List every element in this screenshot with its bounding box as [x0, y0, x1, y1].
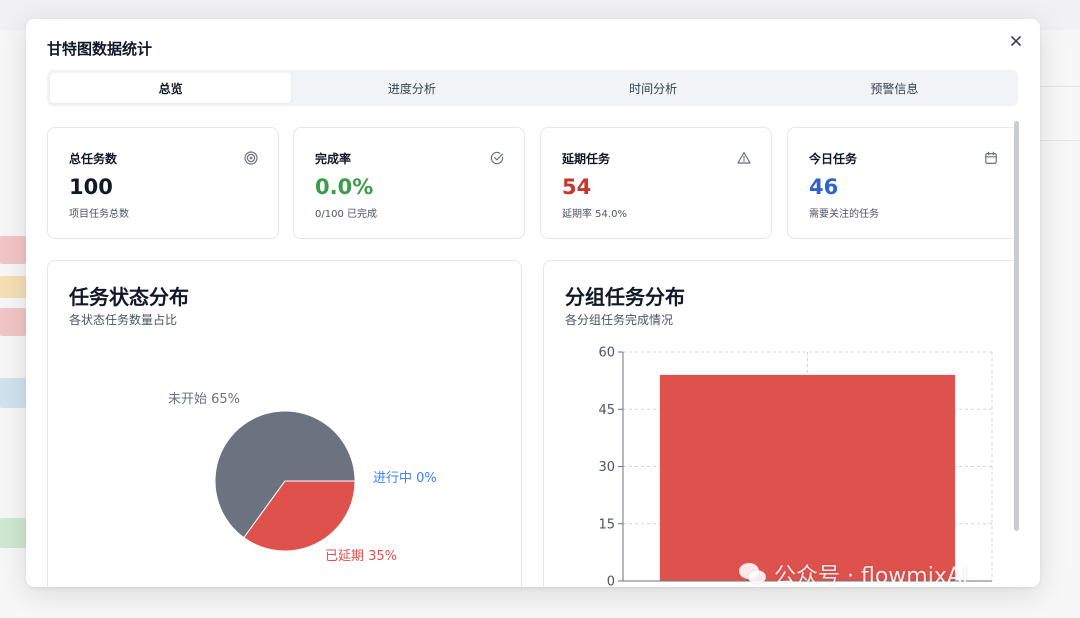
- close-icon: [1011, 36, 1021, 46]
- tab-warnings[interactable]: 预警信息: [774, 73, 1015, 103]
- wechat-icon: [739, 563, 767, 585]
- pie-label-delayed: 已延期 35%: [325, 549, 398, 564]
- bar-group-0[interactable]: [659, 374, 956, 581]
- group-distribution-panel: 分组任务分布 各分组任务完成情况 0 15 30 45 60: [543, 260, 1018, 587]
- watermark: 公众号 · flowmixAI: [738, 558, 968, 590]
- stat-card-today-tasks: 今日任务 46 需要关注的任务: [787, 127, 1018, 239]
- background-task-bar: [0, 308, 26, 336]
- background-divider: [1040, 140, 1080, 141]
- tab-progress-analysis[interactable]: 进度分析: [291, 73, 532, 103]
- tab-overview[interactable]: 总览: [50, 73, 292, 103]
- stat-subtext: 延期率 54.0%: [562, 209, 627, 221]
- pie-label-in-progress: 进行中 0%: [373, 471, 437, 486]
- tab-bar: 总览 进度分析 时间分析 预警信息: [47, 70, 1018, 106]
- stat-value: 54: [562, 175, 592, 199]
- stat-label: 今日任务: [809, 152, 858, 166]
- background-task-bar: [0, 276, 26, 298]
- tab-time-analysis[interactable]: 时间分析: [533, 73, 774, 103]
- warning-icon: [737, 151, 751, 164]
- calendar-icon: [985, 151, 997, 165]
- y-tick-label: 60: [598, 346, 615, 361]
- stat-value: 0.0%: [315, 175, 374, 199]
- y-tick-label: 30: [598, 460, 615, 475]
- stat-subtext: 项目任务总数: [69, 209, 129, 221]
- stat-value: 46: [809, 175, 839, 199]
- statistics-dialog: 甘特图数据统计 总览 进度分析 时间分析 预警信息 总任务数 100 项目任务总…: [26, 19, 1040, 587]
- stat-label: 总任务数: [69, 152, 118, 166]
- y-tick-label: 0: [607, 575, 615, 588]
- dialog-content: 总任务数 100 项目任务总数 完成率 0.0% 0/100 已完成 延期任务: [47, 125, 1018, 587]
- stat-label: 延期任务: [562, 152, 611, 166]
- y-tick-label: 15: [598, 517, 615, 532]
- pie-label-not-started: 未开始 65%: [168, 392, 241, 407]
- stat-subtext: 0/100 已完成: [315, 209, 377, 221]
- dialog-title: 甘特图数据统计: [47, 40, 153, 58]
- background-divider: [1040, 86, 1080, 87]
- watermark-text: 公众号 · flowmixAI: [774, 564, 969, 589]
- stat-value: 100: [69, 175, 113, 199]
- scrollbar[interactable]: [1014, 121, 1019, 531]
- background-task-bar: [0, 236, 26, 264]
- stat-subtext: 需要关注的任务: [809, 209, 879, 221]
- stat-card-total-tasks: 总任务数 100 项目任务总数: [47, 127, 279, 239]
- status-pie-chart: [214, 410, 356, 552]
- stat-label: 完成率: [315, 152, 352, 166]
- background-task-bar: [0, 518, 26, 548]
- background-task-bar: [0, 378, 26, 408]
- stat-card-delayed-tasks: 延期任务 54 延期率 54.0%: [540, 127, 772, 239]
- status-distribution-panel: 任务状态分布 各状态任务数量占比 未开始 65% 已延期 35% 进行中 0%: [47, 260, 522, 587]
- target-icon: [244, 151, 258, 165]
- stat-card-completion-rate: 完成率 0.0% 0/100 已完成: [293, 127, 525, 239]
- check-circle-icon: [490, 151, 504, 165]
- y-tick-label: 45: [598, 403, 615, 418]
- close-button[interactable]: [1006, 31, 1026, 51]
- group-bar-chart: 0 15 30 45 60: [598, 346, 993, 588]
